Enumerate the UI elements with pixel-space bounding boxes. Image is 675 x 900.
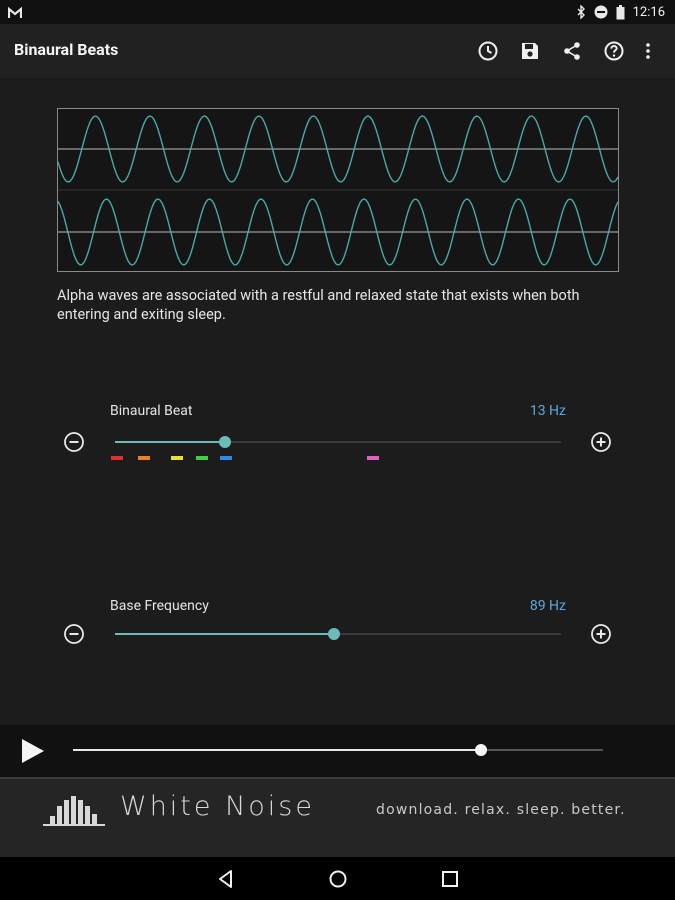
binaural-beat-increase-button[interactable] bbox=[590, 431, 612, 453]
binaural-beat-slider[interactable] bbox=[115, 436, 561, 448]
base-frequency-decrease-button[interactable] bbox=[63, 623, 85, 645]
play-icon bbox=[22, 739, 44, 763]
band-marker-delta bbox=[111, 456, 123, 460]
base-frequency-slider-fill bbox=[115, 633, 334, 635]
save-button[interactable] bbox=[509, 24, 551, 78]
overflow-menu-button[interactable] bbox=[635, 24, 661, 78]
player-bar bbox=[0, 725, 675, 777]
wave-description: Alpha waves are associated with a restfu… bbox=[57, 287, 580, 323]
recents-icon bbox=[442, 871, 458, 887]
base-frequency-increase-button[interactable] bbox=[590, 623, 612, 645]
waveform-graph bbox=[58, 115, 618, 266]
playback-seek-bar[interactable] bbox=[73, 744, 603, 756]
equalizer-logo-icon bbox=[43, 794, 105, 828]
white-noise-banner[interactable]: White Noise download. relax. sleep. bett… bbox=[0, 777, 675, 857]
playback-seek-thumb[interactable] bbox=[475, 744, 487, 756]
waveform-display bbox=[57, 108, 619, 272]
recents-button[interactable] bbox=[438, 867, 462, 891]
help-icon bbox=[604, 41, 624, 61]
timer-icon bbox=[478, 41, 498, 61]
binaural-beat-label: Binaural Beat bbox=[110, 403, 193, 419]
home-button[interactable] bbox=[326, 867, 350, 891]
minus-circle-icon bbox=[64, 432, 84, 452]
do-not-disturb-icon bbox=[594, 5, 608, 19]
app-title: Binaural Beats bbox=[14, 40, 119, 59]
save-icon bbox=[522, 43, 538, 59]
plus-circle-icon bbox=[591, 624, 611, 644]
binaural-beat-decrease-button[interactable] bbox=[63, 431, 85, 453]
base-frequency-label: Base Frequency bbox=[110, 598, 209, 614]
bluetooth-icon bbox=[576, 5, 586, 19]
share-icon bbox=[564, 42, 580, 60]
plus-circle-icon bbox=[591, 432, 611, 452]
band-marker-alpha bbox=[196, 456, 208, 460]
back-icon bbox=[219, 870, 232, 888]
binaural-beat-slider-thumb[interactable] bbox=[219, 436, 231, 448]
banner-tagline: download. relax. sleep. better. bbox=[376, 802, 626, 818]
band-marker-beta bbox=[220, 456, 232, 460]
status-time: 12:16 bbox=[632, 4, 665, 20]
overflow-menu-icon bbox=[646, 43, 650, 59]
back-button[interactable] bbox=[214, 867, 238, 891]
gmail-icon bbox=[7, 4, 24, 20]
home-icon bbox=[329, 870, 347, 888]
base-frequency-slider-thumb[interactable] bbox=[328, 628, 340, 640]
band-marker-gamma bbox=[367, 456, 379, 460]
base-frequency-slider[interactable] bbox=[115, 628, 561, 640]
binaural-beat-slider-fill bbox=[115, 441, 225, 443]
binaural-beat-value: 13 Hz bbox=[529, 403, 566, 419]
app-bar: Binaural Beats bbox=[0, 24, 675, 78]
share-button[interactable] bbox=[551, 24, 593, 78]
app-actions bbox=[467, 24, 661, 78]
timer-button[interactable] bbox=[467, 24, 509, 78]
battery-icon bbox=[616, 4, 625, 20]
status-icons: 12:16 bbox=[576, 3, 665, 21]
band-marker-theta bbox=[138, 456, 150, 460]
playback-seek-fill bbox=[73, 749, 481, 751]
main-content: Alpha waves are associated with a restfu… bbox=[0, 78, 675, 725]
minus-circle-icon bbox=[64, 624, 84, 644]
help-button[interactable] bbox=[593, 24, 635, 78]
banner-title: White Noise bbox=[120, 791, 315, 822]
band-marker-alpha-low bbox=[171, 456, 183, 460]
system-navigation-bar bbox=[0, 857, 675, 900]
base-frequency-value: 89 Hz bbox=[529, 598, 566, 614]
status-bar: 12:16 bbox=[0, 0, 675, 24]
play-button[interactable] bbox=[18, 737, 46, 765]
